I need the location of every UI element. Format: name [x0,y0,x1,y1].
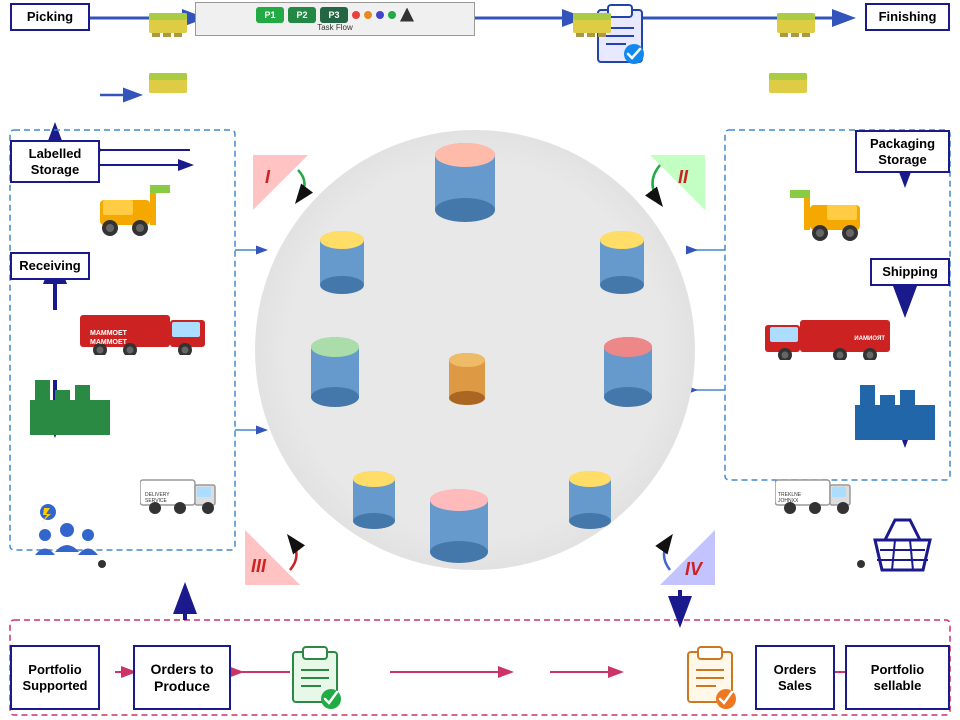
portfolio-sellable-label: Portfolio sellable [845,645,950,710]
factory-right [850,365,940,450]
pallet-right-1 [571,5,616,42]
cylinder-mid-right [598,335,658,420]
forklift-left [95,180,175,245]
cylinder-top-left [315,228,370,305]
people-icon [30,500,105,575]
pallet-right-3 [767,65,812,102]
svg-text:IV: IV [685,559,704,579]
receiving-label: Receiving [10,252,90,280]
pallet-left-2 [147,65,192,102]
basket-icon [865,510,940,585]
main-container: Picking P1 P2 P3 Task Flow [0,0,960,720]
cylinder-top [430,140,500,235]
svg-text:III: III [251,556,267,576]
labelled-storage-label: Labelled Storage [10,140,100,183]
svg-text:II: II [678,167,689,187]
dot-left [98,560,106,568]
pallet-right-2 [775,5,820,42]
svg-text:MAMMOET: MAMMOET [90,330,128,337]
cylinder-bottom-right [564,468,616,538]
quadrant-IV: IV [650,520,715,590]
checklist-icon-bottom-left [285,644,350,712]
portfolio-supported-label: Portfolio Supported [10,645,100,710]
picking-label: Picking [10,3,90,31]
finishing-label: Finishing [865,3,950,31]
orders-sales-label: Orders Sales [755,645,835,710]
shipping-label: Shipping [870,258,950,286]
delivery-truck-left: DELIVERY SERVICE [140,470,220,520]
svg-text:MAMMOET: MAMMOET [90,339,128,346]
cylinder-bottom-left [348,468,400,538]
dot-right [857,560,865,568]
cylinder-bottom [425,486,493,576]
truck-right: TRONMAN [760,305,890,365]
svg-text:SERVICE: SERVICE [145,498,168,504]
arrow-left-1 [100,85,145,110]
packaging-storage-label: Packaging Storage [855,130,950,173]
task-flow-strip: P1 P2 P3 Task Flow [195,2,475,36]
truck-left: MAMMOET MAMMOET [80,300,210,360]
checklist-icon-bottom-right [680,644,745,712]
factory-left [25,360,115,445]
quadrant-II: II [640,155,705,220]
forklift-right [785,185,865,250]
cylinder-top-right [595,228,650,305]
quadrant-III: III [245,520,310,590]
cylinder-center [445,350,490,413]
cylinder-mid-left [305,335,365,420]
delivery-truck-right: TREKLNE JOHNXX [775,470,855,520]
svg-text:JOHNXX: JOHNXX [778,498,799,504]
svg-text:TRONMAN: TRONMAN [854,336,885,342]
pallet-left-1 [147,5,192,42]
orders-to-produce-label: Orders to Produce [133,645,231,710]
